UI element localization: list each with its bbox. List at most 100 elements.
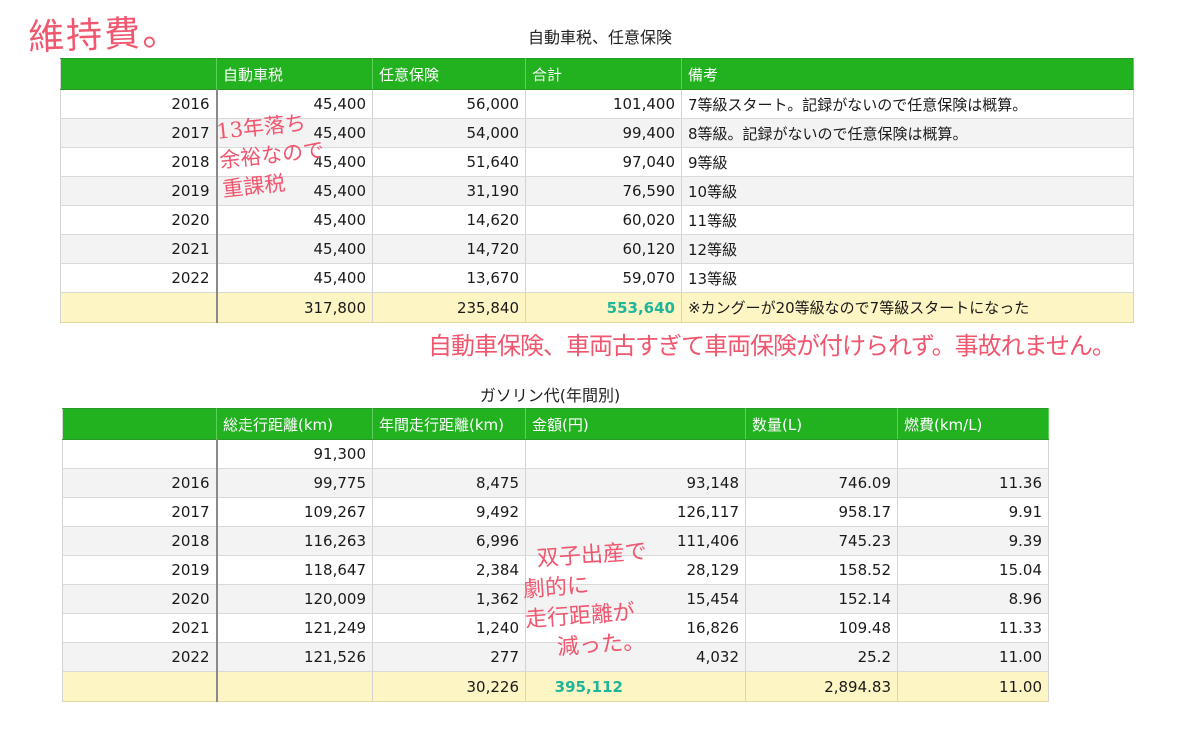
cell-annual[interactable]: 1,240 — [372, 613, 526, 643]
cell-tax[interactable]: 45,400 — [216, 205, 373, 235]
cell-insurance[interactable]: 13,670 — [372, 263, 526, 293]
cell-year[interactable]: 2021 — [60, 234, 218, 264]
cell-liters[interactable]: 152.14 — [745, 584, 898, 614]
cell-annual[interactable]: 9,492 — [372, 497, 526, 527]
cell-grand-total[interactable]: 553,640 — [525, 292, 682, 323]
cell-note[interactable]: 7等級スタート。記録がないので任意保険は概算。 — [681, 89, 1134, 119]
cell-annual[interactable]: 8,475 — [372, 468, 526, 498]
cell-annual[interactable]: 1,362 — [372, 584, 526, 614]
table2-header-odometer[interactable]: 総走行距離(km) — [216, 408, 373, 440]
cell-odometer[interactable]: 120,009 — [216, 584, 373, 614]
cell-year[interactable]: 2018 — [62, 526, 218, 556]
cell-odometer[interactable]: 99,775 — [216, 468, 373, 498]
cell-odometer-total[interactable] — [216, 671, 373, 702]
cell-insurance[interactable]: 14,620 — [372, 205, 526, 235]
cell-total[interactable]: 59,070 — [525, 263, 682, 293]
cell-year[interactable]: 2016 — [62, 468, 218, 498]
cell-total[interactable]: 60,120 — [525, 234, 682, 264]
cell-insurance[interactable]: 14,720 — [372, 234, 526, 264]
cell-insurance[interactable]: 31,190 — [372, 176, 526, 206]
cell-insurance[interactable]: 56,000 — [372, 89, 526, 119]
cell-odometer[interactable]: 109,267 — [216, 497, 373, 527]
cell-annual[interactable]: 2,384 — [372, 555, 526, 585]
table2-header-annual[interactable]: 年間走行距離(km) — [372, 408, 526, 440]
cell-total[interactable]: 97,040 — [525, 147, 682, 177]
cell-year[interactable]: 2022 — [60, 263, 218, 293]
cell-insurance[interactable]: 54,000 — [372, 118, 526, 148]
cell-year[interactable]: 2021 — [62, 613, 218, 643]
cell-liters[interactable]: 958.17 — [745, 497, 898, 527]
cell-liters[interactable]: 158.52 — [745, 555, 898, 585]
cell-year[interactable]: 2019 — [60, 176, 218, 206]
cell-note[interactable]: 11等級 — [681, 205, 1134, 235]
cell-note[interactable]: 10等級 — [681, 176, 1134, 206]
cell-mileage[interactable]: 11.36 — [897, 468, 1049, 498]
cell-tax[interactable]: 45,400 — [216, 263, 373, 293]
cell-annual[interactable]: 277 — [372, 642, 526, 672]
cell-liters[interactable]: 25.2 — [745, 642, 898, 672]
table1-header-total[interactable]: 合計 — [525, 58, 682, 90]
table1-header-corner[interactable] — [60, 58, 217, 90]
table2-header-cost[interactable]: 金額(円) — [525, 408, 746, 440]
cell-mileage[interactable] — [897, 439, 1049, 469]
cell-year[interactable]: 2022 — [62, 642, 218, 672]
cell-year[interactable]: 2017 — [62, 497, 218, 527]
cell-mileage[interactable]: 8.96 — [897, 584, 1049, 614]
cell-note[interactable]: 12等級 — [681, 234, 1134, 264]
cell-insurance-total[interactable]: 235,840 — [372, 292, 526, 323]
cell-year[interactable]: 2019 — [62, 555, 218, 585]
cell-mileage-total[interactable]: 11.00 — [897, 671, 1049, 702]
cell-annual[interactable]: 6,996 — [372, 526, 526, 556]
cell-insurance[interactable]: 51,640 — [372, 147, 526, 177]
cell-year[interactable] — [62, 439, 218, 469]
cell-odometer[interactable]: 121,249 — [216, 613, 373, 643]
cell-mileage[interactable]: 9.39 — [897, 526, 1049, 556]
cell-liters[interactable] — [745, 439, 898, 469]
table-row: 2016 45,400 56,000 101,400 7等級スタート。記録がない… — [60, 89, 1134, 119]
table1-header-row: 自動車税 任意保険 合計 備考 — [60, 58, 1134, 90]
cell-cost-total[interactable]: 395,112 — [525, 671, 746, 702]
cell-mileage[interactable]: 9.91 — [897, 497, 1049, 527]
table1-header-note[interactable]: 備考 — [681, 58, 1134, 90]
cell-total[interactable]: 101,400 — [525, 89, 682, 119]
table1-header-insurance[interactable]: 任意保険 — [372, 58, 526, 90]
cell-note[interactable]: 13等級 — [681, 263, 1134, 293]
cell-year[interactable]: 2020 — [62, 584, 218, 614]
table-row: 2016 99,775 8,475 93,148 746.09 11.36 — [62, 468, 1049, 498]
cell-year[interactable]: 2020 — [60, 205, 218, 235]
table2-header-corner[interactable] — [62, 408, 217, 440]
table2-header-mileage[interactable]: 燃費(km/L) — [897, 408, 1049, 440]
cell-total[interactable]: 76,590 — [525, 176, 682, 206]
cell-year[interactable]: 2017 — [60, 118, 218, 148]
cell-mileage[interactable]: 11.33 — [897, 613, 1049, 643]
cell-note[interactable]: 8等級。記録がないので任意保険は概算。 — [681, 118, 1134, 148]
cell-total[interactable]: 60,020 — [525, 205, 682, 235]
insurance-tax-table: 自動車税 任意保険 合計 備考 2016 45,400 56,000 101,4… — [60, 58, 1134, 323]
cell-annual[interactable] — [372, 439, 526, 469]
cell-odometer[interactable]: 91,300 — [216, 439, 373, 469]
cell-year[interactable] — [60, 292, 218, 323]
cell-cost[interactable] — [525, 439, 746, 469]
cell-mileage[interactable]: 11.00 — [897, 642, 1049, 672]
cell-odometer[interactable]: 116,263 — [216, 526, 373, 556]
cell-mileage[interactable]: 15.04 — [897, 555, 1049, 585]
table1-header-tax[interactable]: 自動車税 — [216, 58, 373, 90]
cell-note[interactable]: ※カングーが20等級なので7等級スタートになった — [681, 292, 1134, 323]
cell-year[interactable]: 2018 — [60, 147, 218, 177]
cell-tax-total[interactable]: 317,800 — [216, 292, 373, 323]
cell-liters[interactable]: 109.48 — [745, 613, 898, 643]
cell-year[interactable] — [62, 671, 218, 702]
cell-odometer[interactable]: 121,526 — [216, 642, 373, 672]
cell-total[interactable]: 99,400 — [525, 118, 682, 148]
table2-header-liters[interactable]: 数量(L) — [745, 408, 898, 440]
cell-liters[interactable]: 745.23 — [745, 526, 898, 556]
cell-annual-total[interactable]: 30,226 — [372, 671, 526, 702]
cell-liters[interactable]: 746.09 — [745, 468, 898, 498]
cell-note[interactable]: 9等級 — [681, 147, 1134, 177]
cell-year[interactable]: 2016 — [60, 89, 218, 119]
cell-odometer[interactable]: 118,647 — [216, 555, 373, 585]
cell-cost[interactable]: 126,117 — [525, 497, 746, 527]
cell-cost[interactable]: 93,148 — [525, 468, 746, 498]
cell-tax[interactable]: 45,400 — [216, 234, 373, 264]
cell-liters-total[interactable]: 2,894.83 — [745, 671, 898, 702]
